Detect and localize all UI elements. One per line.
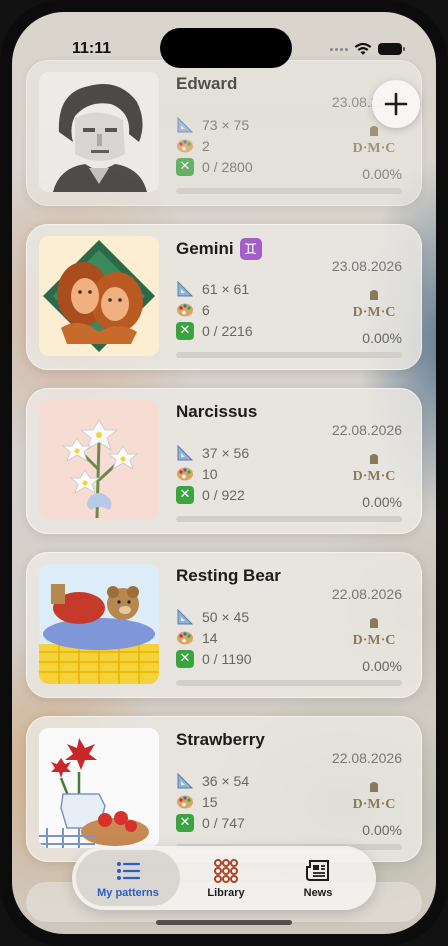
pattern-percent: 0.00% (362, 330, 402, 346)
pattern-date: 22.08.2026 (331, 750, 402, 766)
dmc-logo: D·M·C (353, 782, 396, 812)
svg-text:D·M·C: D·M·C (353, 305, 396, 320)
dmc-logo: D·M·C (353, 618, 396, 648)
pattern-percent: 0.00% (362, 822, 402, 838)
pattern-colors: 10 (176, 465, 218, 483)
progress-bar (176, 188, 402, 194)
list-icon (117, 861, 141, 880)
pattern-colors: 15 (176, 793, 218, 811)
pattern-thumbnail (39, 564, 159, 684)
pattern-size: 61 × 61 (176, 280, 249, 298)
ruler-icon (176, 116, 194, 134)
add-pattern-button[interactable] (372, 80, 420, 128)
pattern-card[interactable]: Resting Bear 50 × 45 14 ✕ 0 / 1190 22.08… (26, 552, 422, 698)
pattern-progress-count: ✕ 0 / 922 (176, 486, 245, 504)
dmc-logo: D·M·C (353, 454, 396, 484)
ruler-icon (176, 772, 194, 790)
palette-icon (176, 793, 194, 811)
tab-label: My patterns (97, 886, 159, 899)
svg-text:D·M·C: D·M·C (353, 633, 396, 648)
pattern-progress-count: ✕ 0 / 747 (176, 814, 245, 832)
pattern-progress-count: ✕ 0 / 1190 (176, 650, 252, 668)
palette-icon (176, 465, 194, 483)
tab-news[interactable]: News (272, 850, 364, 906)
palette-icon (176, 301, 194, 319)
pattern-progress-count: ✕ 0 / 2216 (176, 322, 253, 340)
pattern-percent: 0.00% (362, 658, 402, 674)
resting-bear-image (39, 564, 159, 684)
tab-bar: My patterns Library News (72, 846, 376, 910)
svg-text:D·M·C: D·M·C (353, 469, 396, 484)
progress-bar (176, 680, 402, 686)
dmc-logo: D·M·C (353, 290, 396, 320)
pattern-thumbnail (39, 236, 159, 356)
cross-stitch-icon: ✕ (176, 814, 194, 832)
ruler-icon (176, 280, 194, 298)
cross-stitch-icon: ✕ (176, 322, 194, 340)
palette-icon (176, 629, 194, 647)
cross-stitch-icon: ✕ (176, 486, 194, 504)
pattern-title: Edward (176, 74, 238, 93)
status-icons (330, 42, 405, 56)
pattern-title: Resting Bear (176, 566, 281, 585)
tab-my-patterns[interactable]: My patterns (76, 850, 180, 906)
pattern-card[interactable]: Narcissus 37 × 56 10 ✕ 0 / 922 22.08.202… (26, 388, 422, 534)
cross-stitch-icon: ✕ (176, 158, 194, 176)
strawberry-image (39, 728, 159, 848)
grid-dots-icon (214, 858, 238, 883)
battery-icon (378, 43, 405, 55)
pattern-colors: 6 (176, 301, 210, 319)
pattern-percent: 0.00% (362, 166, 402, 182)
pattern-thumbnail (39, 72, 159, 192)
pattern-card[interactable]: Edward 73 × 75 2 ✕ 0 / 2800 23.08.2026 D… (26, 60, 422, 206)
svg-text:D·M·C: D·M·C (353, 797, 396, 812)
phone-frame: 11:11 Edward 73 × 75 2 ✕ 0 / 2800 23.08.… (0, 0, 448, 946)
pattern-colors: 14 (176, 629, 218, 647)
gemini-image (39, 236, 159, 356)
pattern-size: 50 × 45 (176, 608, 249, 626)
pattern-date: 22.08.2026 (331, 422, 402, 438)
narcissus-image (39, 400, 159, 520)
progress-bar (176, 352, 402, 358)
gemini-zodiac-icon: ♊ (239, 238, 262, 260)
cross-stitch-icon: ✕ (176, 650, 194, 668)
home-indicator (156, 920, 292, 925)
status-time: 11:11 (72, 40, 112, 57)
pattern-card[interactable]: Strawberry 36 × 54 15 ✕ 0 / 747 22.08.20… (26, 716, 422, 862)
palette-icon (176, 137, 194, 155)
pattern-progress-count: ✕ 0 / 2800 (176, 158, 253, 176)
pattern-title: Strawberry (176, 730, 265, 749)
ruler-icon (176, 608, 194, 626)
pattern-size: 73 × 75 (176, 116, 249, 134)
pattern-size: 37 × 56 (176, 444, 249, 462)
progress-bar (176, 516, 402, 522)
pattern-title: Gemini ♊ (176, 238, 262, 260)
wifi-icon (354, 42, 372, 55)
svg-text:D·M·C: D·M·C (353, 141, 396, 156)
pattern-card[interactable]: Gemini ♊ 61 × 61 6 ✕ 0 / 2216 23.08.2026 … (26, 224, 422, 370)
tab-label: News (303, 886, 333, 899)
pattern-thumbnail (39, 728, 159, 848)
edward-portrait-image (39, 72, 159, 192)
pattern-date: 22.08.2026 (331, 586, 402, 602)
ruler-icon (176, 444, 194, 462)
plus-icon (384, 92, 408, 116)
status-bar: 11:11 (12, 36, 436, 60)
newspaper-icon (306, 859, 329, 881)
pattern-thumbnail (39, 400, 159, 520)
dmc-logo: D·M·C (353, 126, 396, 156)
pattern-title: Narcissus (176, 402, 258, 421)
cellular-icon (330, 47, 348, 51)
pattern-colors: 2 (176, 137, 210, 155)
tab-library[interactable]: Library (180, 850, 272, 906)
tab-label: Library (207, 886, 245, 899)
pattern-date: 23.08.2026 (331, 258, 402, 274)
pattern-percent: 0.00% (362, 494, 402, 510)
pattern-size: 36 × 54 (176, 772, 249, 790)
screen: 11:11 Edward 73 × 75 2 ✕ 0 / 2800 23.08.… (12, 12, 436, 934)
